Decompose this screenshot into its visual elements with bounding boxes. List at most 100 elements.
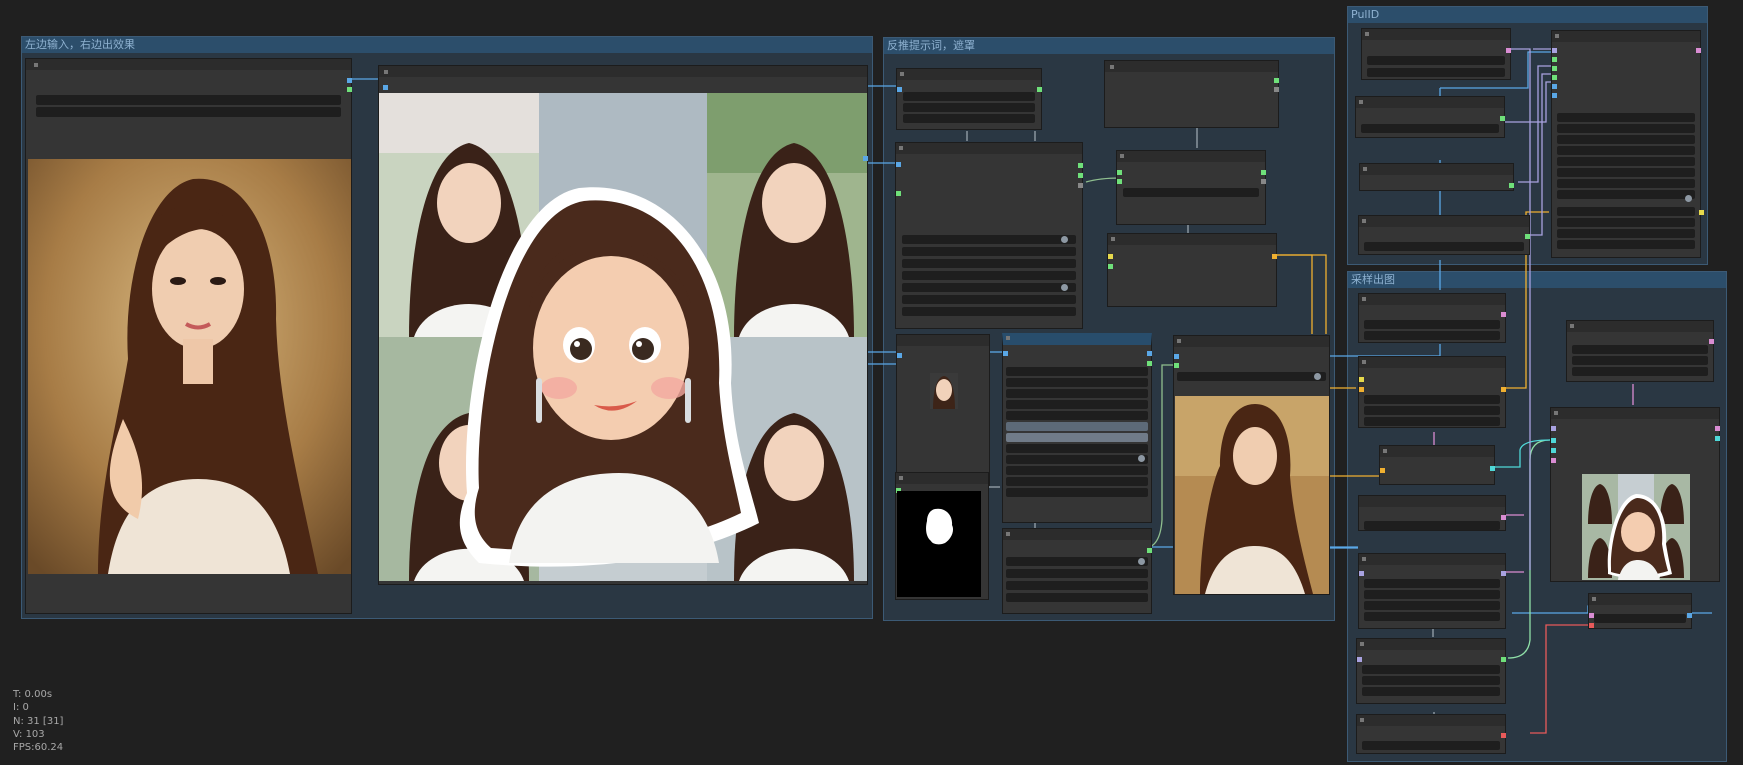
node-collapse-dot-icon[interactable] bbox=[1120, 154, 1124, 158]
widget-row[interactable] bbox=[1364, 521, 1500, 530]
input-slot[interactable] bbox=[1117, 170, 1122, 175]
widget-row[interactable] bbox=[1364, 601, 1500, 610]
output-slot[interactable] bbox=[1709, 339, 1714, 344]
output-slot[interactable] bbox=[1147, 351, 1152, 356]
node-header[interactable] bbox=[1552, 31, 1700, 42]
toggle-knob[interactable] bbox=[1138, 558, 1145, 565]
image-output-slot[interactable] bbox=[347, 78, 352, 83]
eva-clip-loader-node[interactable] bbox=[1359, 163, 1514, 191]
node-collapse-dot-icon[interactable] bbox=[899, 476, 903, 480]
output-slot[interactable] bbox=[1501, 515, 1506, 520]
conditioning-output-slot[interactable] bbox=[1272, 254, 1277, 259]
output-slot[interactable] bbox=[1501, 657, 1506, 662]
widget-row[interactable] bbox=[1364, 331, 1500, 340]
widget-row[interactable] bbox=[1123, 188, 1259, 197]
node-header[interactable] bbox=[1360, 164, 1513, 175]
node-collapse-dot-icon[interactable] bbox=[1362, 360, 1366, 364]
vae-output-slot[interactable] bbox=[1501, 733, 1506, 738]
mask-output-slot[interactable] bbox=[1147, 548, 1152, 553]
node-collapse-dot-icon[interactable] bbox=[900, 72, 904, 76]
widget-row[interactable] bbox=[1364, 579, 1500, 588]
image-input-slot[interactable] bbox=[1174, 354, 1179, 359]
node-collapse-dot-icon[interactable] bbox=[1006, 532, 1010, 536]
output-slot[interactable] bbox=[1147, 361, 1152, 366]
clip-input-slot[interactable] bbox=[1108, 254, 1113, 259]
widget-row[interactable] bbox=[1006, 581, 1148, 590]
upscale-node[interactable] bbox=[1356, 638, 1506, 704]
widget-row[interactable] bbox=[1364, 395, 1500, 404]
output-slot[interactable] bbox=[1501, 571, 1506, 576]
positive-input-slot[interactable] bbox=[1551, 438, 1556, 443]
widget-row[interactable] bbox=[1361, 124, 1499, 133]
widget-row[interactable] bbox=[1557, 124, 1695, 133]
output-slot[interactable] bbox=[1261, 179, 1266, 184]
mask-process-node[interactable] bbox=[1002, 333, 1152, 523]
node-header[interactable] bbox=[1003, 529, 1151, 540]
node-collapse-dot-icon[interactable] bbox=[1363, 167, 1367, 171]
widget-row[interactable] bbox=[1006, 569, 1148, 578]
toggle-knob[interactable] bbox=[1138, 455, 1145, 462]
node-header[interactable] bbox=[1359, 357, 1505, 368]
node-header[interactable] bbox=[1357, 715, 1505, 726]
widget-row[interactable] bbox=[1364, 406, 1500, 415]
latent-output-slot[interactable] bbox=[1501, 312, 1506, 317]
output-slot[interactable] bbox=[1078, 173, 1083, 178]
toggle-knob[interactable] bbox=[1685, 195, 1692, 202]
conditioning-output-slot[interactable] bbox=[1490, 466, 1495, 471]
node-header[interactable] bbox=[1357, 639, 1505, 650]
output-slot[interactable] bbox=[1261, 170, 1266, 175]
node-header[interactable] bbox=[1359, 294, 1505, 305]
vae-node[interactable] bbox=[1356, 714, 1506, 754]
widget-row[interactable] bbox=[902, 259, 1076, 268]
node-header[interactable] bbox=[896, 143, 1082, 154]
toggle-knob[interactable] bbox=[1061, 236, 1068, 243]
output-slot[interactable] bbox=[1525, 234, 1530, 239]
output-slot[interactable] bbox=[1699, 210, 1704, 215]
output-slot[interactable] bbox=[1078, 183, 1083, 188]
widget-row[interactable] bbox=[903, 103, 1035, 112]
widget-row[interactable] bbox=[1572, 356, 1708, 365]
output-slot[interactable] bbox=[1715, 436, 1720, 441]
widget-row[interactable] bbox=[1006, 593, 1148, 602]
widget-row[interactable] bbox=[903, 114, 1035, 123]
seed-node[interactable] bbox=[1566, 320, 1714, 382]
ksampler-node[interactable] bbox=[1550, 407, 1720, 582]
toggle-knob[interactable] bbox=[1061, 284, 1068, 291]
output-slot[interactable] bbox=[1509, 183, 1514, 188]
node-collapse-dot-icon[interactable] bbox=[1592, 597, 1596, 601]
widget-row[interactable] bbox=[1367, 56, 1505, 65]
node-header[interactable] bbox=[1356, 97, 1504, 108]
widget-row[interactable] bbox=[1006, 433, 1148, 442]
upload-button[interactable] bbox=[36, 107, 341, 117]
text-output-slot[interactable] bbox=[1274, 87, 1279, 92]
node-header[interactable] bbox=[1105, 61, 1278, 72]
negative-input-slot[interactable] bbox=[1551, 448, 1556, 453]
negative-prompt-node[interactable] bbox=[1358, 495, 1506, 531]
widget-row[interactable] bbox=[1006, 488, 1148, 497]
widget-row[interactable] bbox=[1557, 168, 1695, 177]
model-output-slot[interactable] bbox=[1506, 48, 1511, 53]
eva-clip-input-slot[interactable] bbox=[1552, 66, 1557, 71]
images-input-slot[interactable] bbox=[383, 85, 388, 90]
widget-row[interactable] bbox=[1557, 207, 1695, 216]
widget-row[interactable] bbox=[1557, 146, 1695, 155]
text-input-slot[interactable] bbox=[1359, 387, 1364, 392]
image-input-slot[interactable] bbox=[897, 87, 902, 92]
widget-row[interactable] bbox=[1006, 557, 1148, 566]
latent-output-slot[interactable] bbox=[1715, 426, 1720, 431]
widget-row[interactable] bbox=[1006, 466, 1148, 475]
widget-row[interactable] bbox=[1362, 741, 1500, 750]
node-collapse-dot-icon[interactable] bbox=[1110, 65, 1114, 69]
apply-pulid-node[interactable] bbox=[1551, 30, 1704, 258]
output-slot[interactable] bbox=[1078, 163, 1083, 168]
image-input-slot[interactable] bbox=[897, 353, 902, 358]
widget-row[interactable] bbox=[1557, 218, 1695, 227]
node-collapse-dot-icon[interactable] bbox=[1360, 642, 1364, 646]
node-header[interactable] bbox=[1117, 151, 1265, 162]
node-header[interactable] bbox=[1108, 234, 1276, 245]
widget-row[interactable] bbox=[1557, 179, 1695, 188]
node-header[interactable] bbox=[1589, 594, 1691, 605]
node-header[interactable] bbox=[1359, 216, 1529, 227]
vae-decode-node[interactable] bbox=[1588, 593, 1692, 629]
node-collapse-dot-icon[interactable] bbox=[1006, 336, 1010, 340]
